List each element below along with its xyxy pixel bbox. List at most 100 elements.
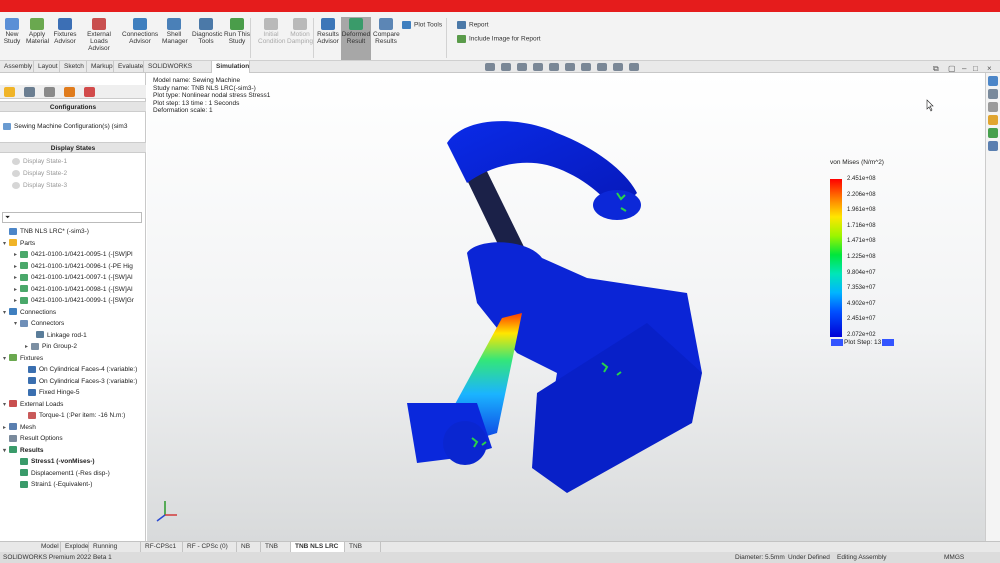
tree-connectors-folder[interactable]: ▾ Connectors (14, 319, 64, 328)
report-button[interactable]: Report (457, 21, 489, 29)
tree-study-root[interactable]: TNB NLS LRC* (-sim3-) (3, 227, 89, 236)
tree-parts-folder[interactable]: ▾ Parts (3, 239, 35, 248)
tree-fixture-item[interactable]: On Cylindrical Faces-4 (:variable:) (22, 365, 137, 374)
tree-part-item[interactable]: ▸ 0421-0100-1/0421-0096-1 (-PE Hig (14, 262, 133, 271)
maximize-icon[interactable]: □ (973, 64, 978, 73)
property-manager-tab-icon[interactable] (24, 87, 35, 97)
tree-connector-item[interactable]: Linkage rod-1 (30, 331, 87, 340)
tree-result-item[interactable]: Displacement1 (-Res disp-) (14, 469, 110, 478)
hide-show-items-icon[interactable] (580, 63, 591, 71)
tree-fixture-item[interactable]: On Cylindrical Faces-3 (:variable:) (22, 377, 137, 386)
study-icon (9, 227, 17, 235)
include-image-button[interactable]: Include Image for Report (457, 35, 541, 43)
fixtures-advisor-icon (58, 18, 72, 30)
tree-label: External Loads (20, 400, 64, 408)
ribbon-button-diagnostic-tools[interactable]: Diagnostic Tools (192, 18, 222, 45)
appearances-icon[interactable] (988, 128, 998, 138)
tree-part-item[interactable]: ▸ 0421-0100-1/0421-0097-1 (-[SW]Al (14, 273, 133, 282)
ribbon-button-motion-damping[interactable]: Motion Damping (287, 18, 313, 45)
tab-assembly[interactable]: Assembly (0, 61, 34, 73)
model-tab[interactable]: Model (37, 542, 61, 552)
ribbon-button-apply-material[interactable]: Apply Material (26, 18, 49, 45)
design-library-icon[interactable] (988, 102, 998, 112)
status-units[interactable]: MMGS (944, 552, 964, 563)
display-state-item[interactable]: Display State-1 (12, 157, 67, 166)
deformed-result-icon (349, 18, 363, 30)
ribbon-button-compare-results[interactable]: Compare Results (373, 18, 400, 45)
tab-evaluate[interactable]: Evaluate (114, 61, 144, 73)
view-settings-icon[interactable] (628, 63, 639, 71)
prev-step-icon[interactable] (831, 339, 843, 346)
tree-label: Fixtures (20, 354, 44, 362)
model-tab[interactable]: RF-CPSc1 (141, 542, 183, 552)
dimxpert-tab-icon[interactable] (64, 87, 75, 97)
model-tab[interactable]: TNB NLS LRC (291, 542, 345, 552)
legend-footer[interactable]: Plot Step: 13 (830, 339, 895, 346)
tree-fixture-item[interactable]: Fixed Hinge-5 (22, 388, 79, 397)
display-state-item[interactable]: Display State-2 (12, 169, 67, 178)
tree-external-loads-folder[interactable]: ▾ External Loads (3, 400, 63, 409)
model-tab[interactable]: TNB LS (261, 542, 291, 560)
ribbon-button-results-advisor[interactable]: Results Advisor (317, 18, 339, 45)
resources-icon[interactable] (988, 89, 998, 99)
tree-result-options-item[interactable]: Result Options (3, 434, 63, 443)
next-step-icon[interactable] (882, 339, 895, 346)
tree-pin-group-item[interactable]: ▸ Pin Group-2 (25, 342, 77, 351)
tree-mesh-item[interactable]: ▸ Mesh (3, 423, 36, 432)
close-icon[interactable]: × (987, 64, 992, 73)
model-tab[interactable]: TNB NLS (345, 542, 381, 560)
tab-markup[interactable]: Markup (87, 61, 114, 73)
tree-result-item[interactable]: Strain1 (-Equivalent-) (14, 480, 92, 489)
ribbon-button-deformed-result[interactable]: Deformed Result (341, 17, 371, 60)
model-tab[interactable]: Explode (61, 542, 89, 552)
tree-connections-folder[interactable]: ▾ Connections (3, 308, 56, 317)
tree-load-item[interactable]: Torque-1 (:Per item: -16 N.m:) (22, 411, 125, 420)
tab-sketch[interactable]: Sketch (60, 61, 87, 73)
display-manager-tab-icon[interactable] (84, 87, 95, 97)
ribbon-button-fixtures-advisor[interactable]: Fixtures Advisor (53, 18, 77, 45)
model-tab[interactable]: RF - CPSc (0) (183, 542, 237, 552)
tree-part-item[interactable]: ▸ 0421-0100-1/0421-0099-1 (-[SW]Gr (14, 296, 134, 305)
display-style-icon[interactable] (564, 63, 575, 71)
ribbon-button-shell-manager[interactable]: Shell Manager (162, 18, 188, 45)
plot-tools-button[interactable]: Plot Tools (402, 21, 442, 29)
custom-properties-icon[interactable] (988, 141, 998, 151)
tab-solidworks-add-ins[interactable]: SOLIDWORKS Add-Ins (144, 61, 212, 82)
configuration-manager-tab-icon[interactable] (44, 87, 55, 97)
section-view-icon[interactable] (532, 63, 543, 71)
tree-part-item[interactable]: ▸ 0421-0100-1/0421-0098-1 (-[SW]Al (14, 285, 133, 294)
tree-result-item[interactable]: Stress1 (-vonMises-) (14, 457, 95, 466)
tab-simulation[interactable]: Simulation (212, 61, 250, 73)
feature-manager-tab-icon[interactable] (4, 87, 15, 97)
configuration-item[interactable]: Sewing Machine Configuration(s) (sim3 (3, 122, 127, 131)
ribbon-button-external-loads[interactable]: External Loads Advisor (79, 18, 119, 52)
ribbon-button-initial-condition[interactable]: Initial Condition (258, 18, 285, 45)
stress-plot-model[interactable] (147, 73, 985, 541)
tree-fixtures-folder[interactable]: ▾ Fixtures (3, 354, 43, 363)
split-icon[interactable]: ▢ (948, 64, 956, 73)
file-explorer-icon[interactable] (988, 115, 998, 125)
tab-layout[interactable]: Layout (34, 61, 60, 73)
tree-filter-input[interactable]: ⏷ (2, 212, 142, 223)
model-tab[interactable]: Running motion (89, 542, 141, 560)
ribbon-button-new-study[interactable]: New Study (3, 18, 21, 45)
ribbon-button-run-study[interactable]: Run This Study (224, 18, 250, 45)
tree-results-folder[interactable]: ▾ Results (3, 446, 43, 455)
tree-part-item[interactable]: ▸ 0421-0100-1/0421-0095-1 (-[SW]Pl (14, 250, 133, 259)
report-icon (457, 21, 466, 29)
view-orientation-icon[interactable] (548, 63, 559, 71)
home-icon[interactable] (988, 76, 998, 86)
graphics-viewport[interactable]: Model name: Sewing Machine Study name: TN… (147, 73, 985, 541)
lower-pivot[interactable] (443, 421, 487, 465)
edit-appearance-icon[interactable] (596, 63, 607, 71)
status-diameter: Diameter: 5.5mm (735, 554, 785, 561)
model-tab[interactable]: NB (237, 542, 261, 552)
apply-scene-icon[interactable] (612, 63, 623, 71)
minimize-icon[interactable]: – (962, 64, 966, 73)
zoom-area-icon[interactable] (500, 63, 511, 71)
ribbon-button-connections-advisor[interactable]: Connections Advisor (122, 18, 158, 45)
tree-label: Results (20, 446, 44, 454)
display-state-item[interactable]: Display State-3 (12, 181, 67, 190)
previous-view-icon[interactable] (516, 63, 527, 71)
zoom-to-fit-icon[interactable] (485, 63, 495, 71)
